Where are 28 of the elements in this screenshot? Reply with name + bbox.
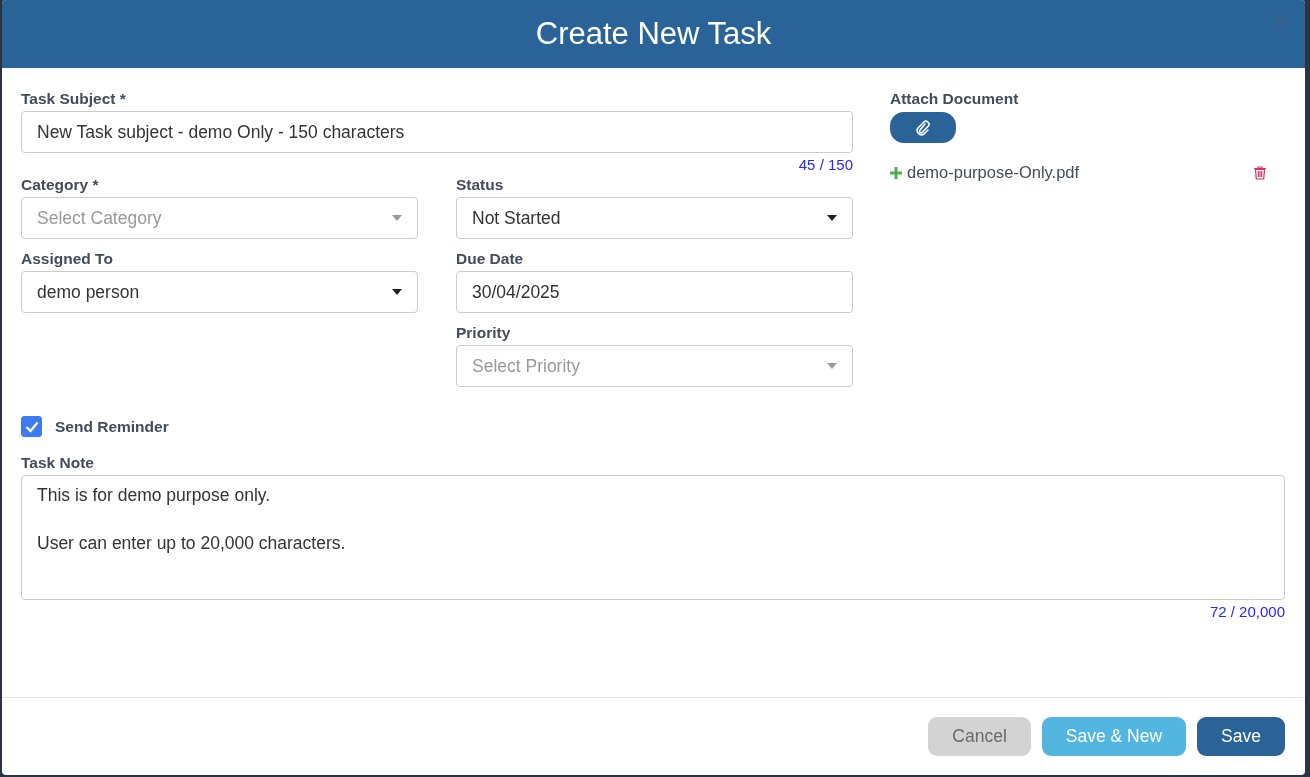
field-label: Task Note <box>21 454 94 472</box>
character-counter: 72 / 20,000 <box>1209 603 1285 620</box>
field-label: Attach Document <box>890 90 1019 108</box>
dialog-title: Create New Task <box>535 16 772 52</box>
file-name: demo-purpose-Only.pdf <box>907 163 1080 182</box>
checkbox-label: Send Reminder <box>55 417 169 436</box>
caret-icon <box>827 215 837 221</box>
field-label: Due Date <box>456 250 524 268</box>
note-text-area[interactable]: This is for demo purpose only. User can enter up to 20,000 characters. <box>21 475 1285 600</box>
date-input-field[interactable]: 30/04/2025 <box>456 271 853 313</box>
character-counter: 45 / 150 <box>798 156 853 173</box>
dialog-button[interactable]: Save <box>1197 717 1285 756</box>
dropdown-field[interactable]: demo person <box>21 271 418 313</box>
caret-icon <box>827 363 837 369</box>
field-label: Priority <box>456 324 511 342</box>
field-label: Status <box>456 176 504 194</box>
checkbox[interactable] <box>21 416 42 437</box>
field-label: Task Subject * <box>21 90 126 108</box>
trash-icon[interactable] <box>1254 165 1266 180</box>
subject-input-field[interactable]: New Task subject - demo Only - 150 characters <box>21 111 853 153</box>
dropdown-field[interactable]: Not Started <box>456 197 853 239</box>
field-label: Category * <box>21 176 99 194</box>
paperclip-icon <box>916 119 930 136</box>
field-label: Assigned To <box>21 250 113 268</box>
attach-button[interactable] <box>890 112 956 143</box>
caret-icon <box>392 215 402 221</box>
caret-icon <box>392 289 402 295</box>
plus-icon <box>890 166 902 179</box>
